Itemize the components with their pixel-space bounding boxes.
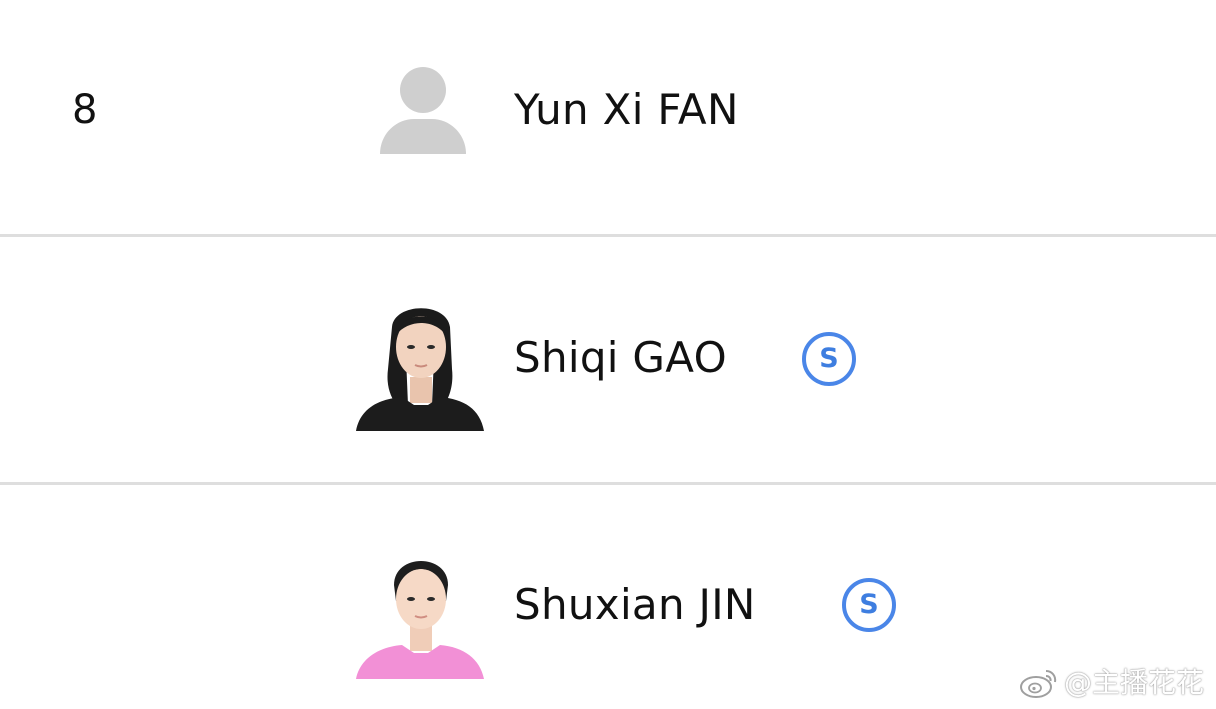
weibo-logo-icon	[1018, 667, 1058, 699]
watermark: @主播花花	[1018, 667, 1204, 699]
watermark-text: @主播花花	[1063, 666, 1204, 699]
athlete-photo	[354, 297, 486, 431]
athlete-row[interactable]: 8 Yun Xi FAN	[0, 0, 1216, 234]
athlete-name[interactable]: Shuxian JIN	[514, 581, 756, 629]
athlete-row[interactable]: Shiqi GAO S	[0, 237, 1216, 482]
status-badge: S	[802, 332, 856, 386]
athlete-photo	[354, 547, 486, 679]
athlete-name[interactable]: Shiqi GAO	[514, 334, 727, 382]
status-badge: S	[842, 578, 896, 632]
athlete-name[interactable]: Yun Xi FAN	[514, 86, 739, 134]
rank-number: 8	[72, 87, 98, 133]
default-user-icon	[378, 66, 468, 156]
